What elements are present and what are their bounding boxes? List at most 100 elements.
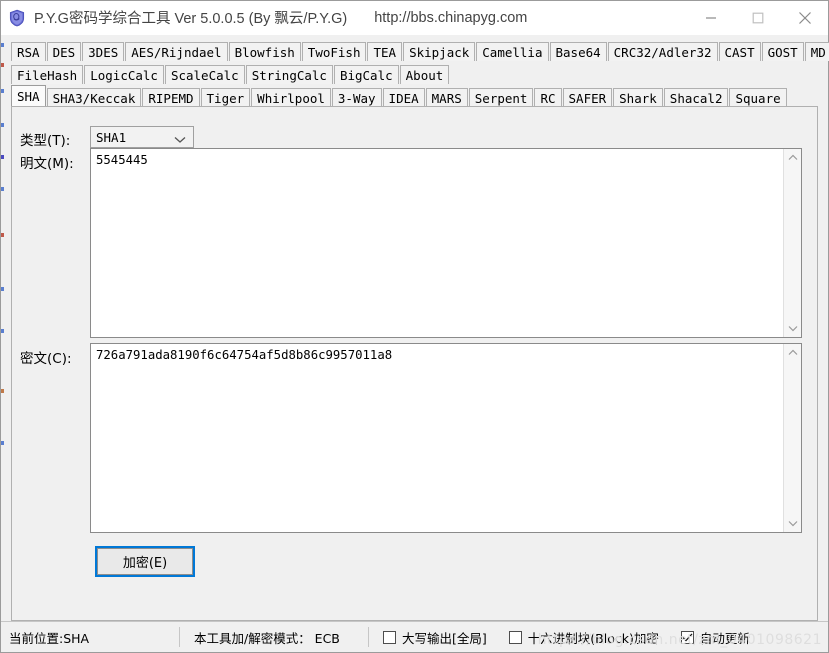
tab-row-2: FileHash LogicCalc ScaleCalc StringCalc BigC… [1,61,828,84]
ciphertext-scrollbar[interactable] [783,344,801,532]
tab-des[interactable]: DES [46,42,82,61]
tab-label: About [405,68,444,83]
ciphertext-label: 密文(C): [20,351,72,367]
tab-gost[interactable]: GOST [761,42,804,61]
background-window-edge [1,37,5,517]
tab-label: StringCalc [251,68,327,83]
tab-whirlpool[interactable]: Whirlpool [251,88,331,107]
tab-skipjack[interactable]: Skipjack [403,42,476,61]
status-bar: 当前位置:SHA 本工具加/解密模式： ECB 大写输出[全局] 十六进制块(B… [1,621,828,652]
tab-rc[interactable]: RC [534,88,562,107]
tab-3-way[interactable]: 3-Way [331,88,382,107]
tab-mars[interactable]: MARS [425,88,468,107]
tab-rsa[interactable]: RSA [11,42,46,61]
tab-label: CRC32/Adler32 [613,45,712,60]
upper-output-checkbox[interactable]: 大写输出[全局] [369,626,487,648]
tab-serpent[interactable]: Serpent [468,88,534,107]
tab-sha[interactable]: SHA [11,85,46,106]
tab-ripemd[interactable]: RIPEMD [142,88,200,107]
maximize-icon[interactable] [734,1,781,34]
title-bar: P.Y.G密码学综合工具 Ver 5.0.0.5 (By 飘云/P.Y.G) h… [1,1,828,35]
tab-label: SHA3/Keccak [52,91,136,106]
tab-label: CAST [724,45,755,60]
type-label: 类型(T): [20,133,71,149]
tab-label: FileHash [17,68,78,83]
tab-shark[interactable]: Shark [613,88,663,107]
tab-label: BigCalc [339,68,393,83]
tab-label: MD [810,45,826,60]
tab-label: MARS [431,91,462,106]
tab-tiger[interactable]: Tiger [200,88,251,107]
scroll-up-icon[interactable] [784,149,801,166]
tab-shacal2[interactable]: Shacal2 [663,88,729,107]
scroll-down-icon[interactable] [784,515,801,532]
upper-output-label: 大写输出[全局] [402,630,487,646]
tab-blowfish[interactable]: Blowfish [228,42,301,61]
tab-label: Serpent [474,91,528,106]
tab-label: Whirlpool [257,91,325,106]
scroll-down-icon[interactable] [784,320,801,337]
minimize-icon[interactable] [687,1,734,34]
auto-update-label: 自动更新 [699,630,750,646]
ciphertext-textarea[interactable]: 726a791ada8190f6c64754af5d8b86c9957011a8 [90,343,802,533]
tab-label: RC [540,91,556,106]
tab-label: Skipjack [409,45,470,60]
tab-scalecalc[interactable]: ScaleCalc [164,65,245,84]
chevron-down-icon [174,132,186,147]
tab-logiccalc[interactable]: LogicCalc [84,65,164,84]
tab-safer[interactable]: SAFER [562,88,613,107]
plaintext-scrollbar[interactable] [783,149,801,337]
tab-square[interactable]: Square [729,88,787,107]
tab-label: SHA [17,89,40,104]
plaintext-label: 明文(M): [20,156,74,172]
tab-label: DES [52,45,76,60]
tab-md[interactable]: MD [804,42,829,61]
checkbox-box-checked [680,630,694,644]
status-mode: 本工具加/解密模式： ECB [194,630,340,646]
tab-cast[interactable]: CAST [718,42,761,61]
tab-stringcalc[interactable]: StringCalc [245,65,333,84]
tab-label: ScaleCalc [170,68,239,83]
status-position: 当前位置:SHA [9,630,90,646]
tab-crc32-adler32[interactable]: CRC32/Adler32 [607,42,718,61]
hex-block-label: 十六进制块(Block)加密 [527,630,659,646]
tab-camellia[interactable]: Camellia [476,42,549,61]
tab-tea[interactable]: TEA [367,42,403,61]
tab-label: Shark [619,91,657,106]
tab-label: Shacal2 [669,91,723,106]
tab-idea[interactable]: IDEA [382,88,425,107]
hex-block-checkbox[interactable]: 十六进制块(Block)加密 [487,626,659,648]
ciphertext-value: 726a791ada8190f6c64754af5d8b86c9957011a8 [96,348,393,362]
close-icon[interactable] [781,1,828,34]
encrypt-button[interactable]: 加密(E) [95,546,195,577]
auto-update-checkbox[interactable]: 自动更新 [659,626,750,648]
tab-sha3-keccak[interactable]: SHA3/Keccak [46,88,142,107]
tab-row-1: RSA DES 3DES AES/Rijndael Blowfish TwoFish TEA… [1,38,829,61]
tab-about[interactable]: About [399,65,450,84]
tab-label: RSA [17,45,40,60]
tab-label: 3-Way [337,91,376,106]
window-title-url: http://bbs.chinapyg.com [374,9,528,26]
tab-3des[interactable]: 3DES [82,42,125,61]
tab-bigcalc[interactable]: BigCalc [333,65,399,84]
window-title: P.Y.G密码学综合工具 Ver 5.0.0.5 (By 飘云/P.Y.G) [34,11,348,27]
sha-panel: 类型(T): SHA1 明文(M): 5545445 密文(C): 726a79… [11,106,818,621]
tab-filehash[interactable]: FileHash [11,65,84,84]
tab-base64[interactable]: Base64 [549,42,607,61]
tab-twofish[interactable]: TwoFish [301,42,367,61]
tab-label: IDEA [388,91,419,106]
application-window: P.Y.G密码学综合工具 Ver 5.0.0.5 (By 飘云/P.Y.G) h… [0,0,829,653]
tab-label: RIPEMD [148,91,194,106]
tab-label: 3DES [88,45,119,60]
tab-label: SAFER [568,91,607,106]
tab-strip: RSA DES 3DES AES/Rijndael Blowfish TwoFish TEA… [1,35,829,107]
type-select[interactable]: SHA1 [90,126,194,148]
type-select-value: SHA1 [96,129,127,145]
tab-label: Blowfish [234,45,295,60]
plaintext-textarea[interactable]: 5545445 [90,148,802,338]
tab-label: LogicCalc [90,68,158,83]
tab-label: Base64 [555,45,601,60]
tab-aes-rijndael[interactable]: AES/Rijndael [125,42,228,61]
scroll-up-icon[interactable] [784,344,801,361]
tab-label: AES/Rijndael [131,45,222,60]
